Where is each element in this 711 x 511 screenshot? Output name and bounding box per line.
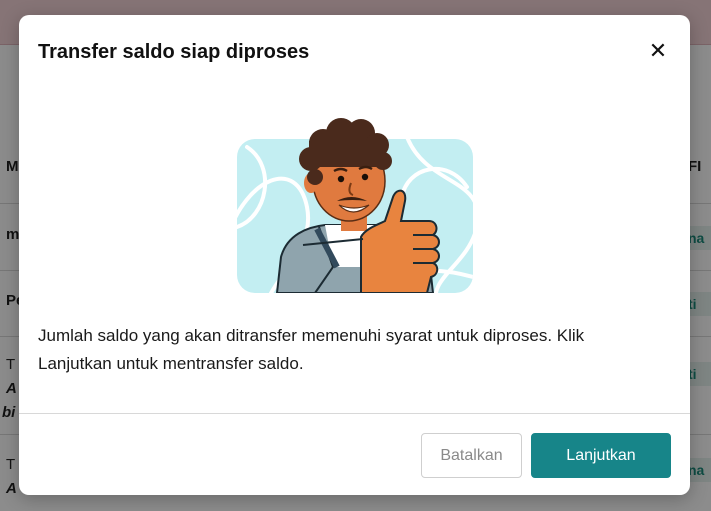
dialog-title: Transfer saldo siap diproses	[38, 41, 310, 63]
close-icon: ✕	[648, 38, 668, 63]
continue-button[interactable]: Lanjutkan	[531, 433, 671, 478]
footer-divider	[19, 413, 690, 414]
transfer-confirmation-dialog: Transfer saldo siap diproses ✕ Jumlah sa…	[19, 15, 690, 495]
thumbs-up-person-illustration	[237, 118, 473, 293]
close-button[interactable]: ✕	[644, 37, 672, 65]
cancel-button[interactable]: Batalkan	[421, 433, 522, 478]
dialog-message: Jumlah saldo yang akan ditransfer memenu…	[38, 326, 585, 373]
